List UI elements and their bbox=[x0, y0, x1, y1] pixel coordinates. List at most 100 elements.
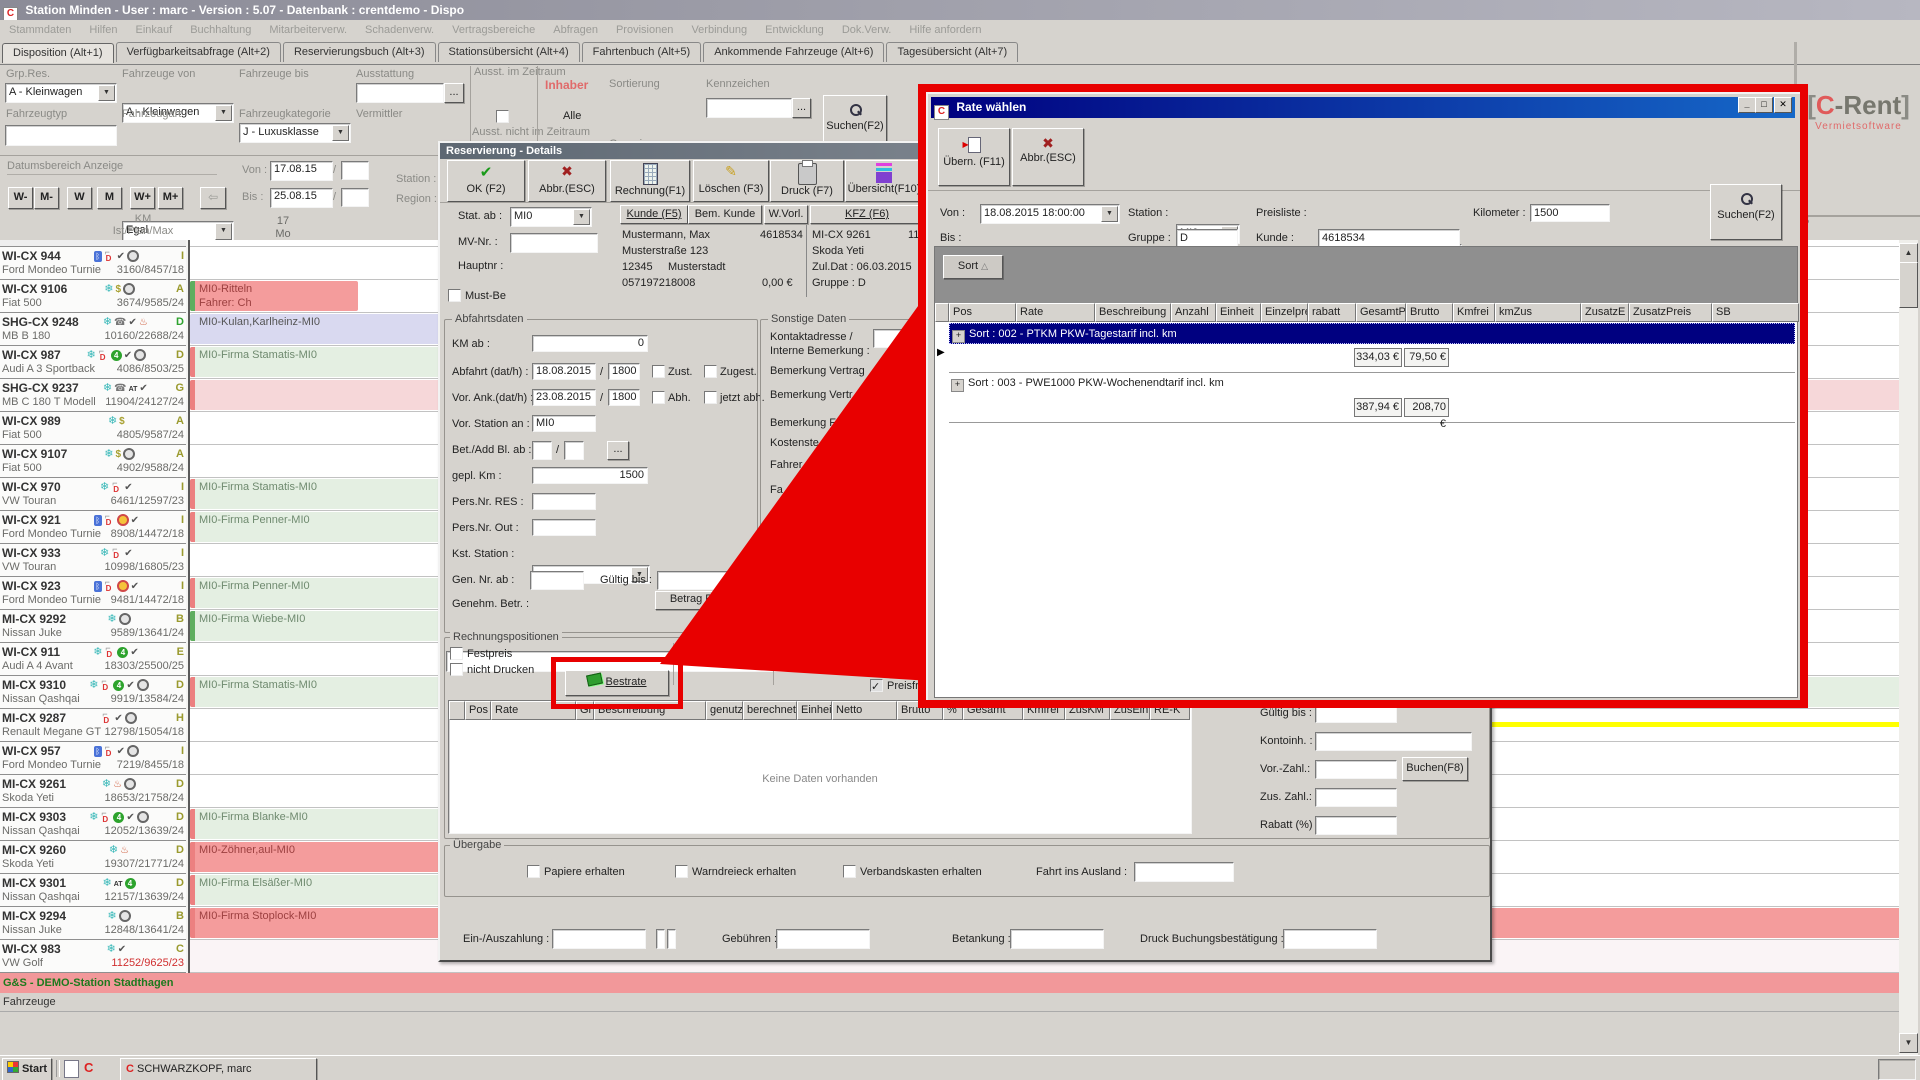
vehicle-row[interactable]: WI-CX 987DAudi A 3 Sportback4086/8503/25 bbox=[0, 346, 186, 379]
maximize-button[interactable]: □ bbox=[1755, 97, 1773, 113]
must-be-checkbox[interactable] bbox=[448, 289, 461, 302]
abfahrt-input[interactable] bbox=[532, 519, 596, 536]
toolbar-x-button[interactable]: Abbr.(ESC) bbox=[528, 160, 606, 202]
von-time-input[interactable] bbox=[341, 161, 369, 180]
daterange-m-button[interactable]: M bbox=[97, 187, 122, 209]
menu-abfragen[interactable]: Abfragen bbox=[544, 20, 607, 36]
menu-vertragsbereiche[interactable]: Vertragsbereiche bbox=[443, 20, 544, 36]
tab-disposition[interactable]: Disposition (Alt+1) bbox=[2, 43, 114, 63]
fahrzeuge-row[interactable]: Fahrzeuge bbox=[0, 993, 1899, 1012]
vehicle-row[interactable]: MI-CX 9260DSkoda Yeti19307/21771/24 bbox=[0, 841, 186, 874]
chevron-down-icon[interactable]: ▼ bbox=[1101, 206, 1118, 222]
abfahrt-checkbox[interactable] bbox=[704, 365, 717, 378]
menu-dok-verw-[interactable]: Dok.Verw. bbox=[833, 20, 901, 36]
quicklaunch-doc-icon[interactable] bbox=[64, 1060, 79, 1078]
kennzeichen-more-button[interactable]: ... bbox=[792, 98, 811, 118]
tab-fahrtenbuch[interactable]: Fahrtenbuch (Alt+5) bbox=[582, 42, 702, 62]
vehicle-row[interactable]: WI-CX 921ᛒIFord Mondeo Turnie8908/14472/… bbox=[0, 511, 186, 544]
abfahrt-checkbox[interactable] bbox=[652, 365, 665, 378]
abfahrt-checkbox[interactable] bbox=[704, 391, 717, 404]
mv-nr-input[interactable] bbox=[510, 233, 598, 253]
vehicle-row[interactable]: WI-CX 970IVW Touran6461/12597/23 bbox=[0, 478, 186, 511]
vehicle-row[interactable]: WI-CX 911EAudi A 4 Avant18303/25500/25 bbox=[0, 643, 186, 676]
dialog-kilometer-input[interactable]: 1500 bbox=[1530, 204, 1610, 222]
festpreis-checkbox[interactable] bbox=[450, 647, 463, 660]
vehicle-row[interactable]: SHG-CX 9237GMB C 180 T Modell11904/24127… bbox=[0, 379, 186, 412]
betankung-input[interactable] bbox=[1010, 929, 1104, 949]
kunde-button[interactable]: Kunde (F5) bbox=[620, 205, 688, 224]
vehicle-row[interactable]: MI-CX 9303DNissan Qashqai12052/13639/24 bbox=[0, 808, 186, 841]
sonstige-input[interactable] bbox=[873, 565, 929, 584]
vehicle-row[interactable]: WI-CX 9106AFiat 5003674/9585/24 bbox=[0, 280, 186, 313]
sonstige-input[interactable] bbox=[873, 538, 929, 557]
abfahrt-input[interactable]: MI0 bbox=[532, 415, 596, 432]
ein-auszahlung-input[interactable] bbox=[552, 929, 646, 949]
tab-verfügbarkeitsabfrage[interactable]: Verfügbarkeitsabfrage (Alt+2) bbox=[116, 42, 281, 62]
dialog-kunde-input[interactable]: 4618534 bbox=[1318, 229, 1460, 247]
menu-entwicklung[interactable]: Entwicklung bbox=[756, 20, 833, 36]
vehicle-row[interactable]: WI-CX 983CVW Golf11252/9625/23 bbox=[0, 940, 186, 973]
abfahrt-more-button[interactable]: ... bbox=[607, 441, 629, 460]
gueltig-bis-input[interactable] bbox=[657, 571, 745, 590]
nicht-drucken-checkbox[interactable] bbox=[450, 663, 463, 676]
kennzeichen-input[interactable] bbox=[706, 98, 792, 118]
vehicle-row[interactable]: MI-CX 9294BNissan Juke12848/13641/24 bbox=[0, 907, 186, 940]
sonstige-input[interactable] bbox=[873, 329, 929, 348]
quicklaunch-crent-icon[interactable]: C bbox=[84, 1060, 99, 1076]
betrag-reserv-button[interactable]: Betrag Reserv bbox=[655, 591, 755, 610]
scroll-down-button[interactable]: ▼ bbox=[1899, 1033, 1918, 1053]
vehicle-row[interactable]: WI-CX 933IVW Touran10998/16805/23 bbox=[0, 544, 186, 577]
minimize-button[interactable]: _ bbox=[1738, 97, 1756, 113]
daterange-w-button[interactable]: W bbox=[67, 187, 92, 209]
chevron-down-icon[interactable]: ▼ bbox=[332, 125, 349, 141]
rate-detail-row[interactable]: 387,94 €208,70 € bbox=[949, 394, 1795, 423]
menu-verbindung[interactable]: Verbindung bbox=[682, 20, 756, 36]
chevron-down-icon[interactable]: ▼ bbox=[98, 85, 115, 101]
preisfrei-checkbox[interactable]: ✓ bbox=[870, 679, 883, 692]
vehicle-row[interactable]: MI-CX 9301DNissan Qashqai12157/13639/24 bbox=[0, 874, 186, 907]
toolbar-pen-button[interactable]: Löschen (F3) bbox=[693, 160, 769, 202]
chevron-down-icon[interactable]: ▼ bbox=[215, 105, 232, 121]
toolbar-print-button[interactable]: Druck (F7) bbox=[770, 160, 844, 202]
warndreieck-checkbox[interactable] bbox=[675, 865, 688, 878]
vehicle-row[interactable]: MI-CX 9261DSkoda Yeti18653/21758/24 bbox=[0, 775, 186, 808]
tab-reservierungsbuch[interactable]: Reservierungsbuch (Alt+3) bbox=[283, 42, 436, 62]
druck-bestaetigung-input[interactable] bbox=[1283, 929, 1377, 949]
stat-ab-select[interactable]: MI0▼ bbox=[510, 207, 592, 227]
gen-nr-input[interactable] bbox=[530, 571, 584, 590]
vor-zahl-input[interactable] bbox=[1315, 760, 1397, 779]
ausst-im-checkbox[interactable] bbox=[496, 110, 509, 123]
menu-hilfen[interactable]: Hilfen bbox=[80, 20, 126, 36]
daterange-w--button[interactable]: W- bbox=[8, 187, 33, 209]
ausstattung-input[interactable] bbox=[356, 83, 444, 103]
vehicle-row[interactable]: WI-CX 989AFiat 5004805/9587/24 bbox=[0, 412, 186, 445]
ausstattung-more-button[interactable]: ... bbox=[444, 83, 464, 103]
vehicle-row[interactable]: MI-CX 9310DNissan Qashqai9919/13584/24 bbox=[0, 676, 186, 709]
toolbar-bars-button[interactable]: Übersicht(F10) bbox=[845, 160, 923, 202]
gebuehren-input[interactable] bbox=[776, 929, 870, 949]
bestrate-button[interactable]: Bestrate bbox=[565, 670, 669, 696]
wvorl-button[interactable]: W.Vorl. bbox=[764, 205, 808, 224]
vehicle-row[interactable]: WI-CX 923ᛒIFord Mondeo Turnie9481/14472/… bbox=[0, 577, 186, 610]
tab-ankommende[interactable]: Ankommende Fahrzeuge (Alt+6) bbox=[703, 42, 884, 62]
chevron-down-icon[interactable]: ▼ bbox=[573, 209, 590, 225]
abfahrt-input-small[interactable] bbox=[564, 441, 584, 460]
vehicle-row[interactable]: MI-CX 9287HRenault Megane GT12798/15054/… bbox=[0, 709, 186, 742]
toolbar-calc-button[interactable]: Rechnung(F1) bbox=[610, 160, 690, 202]
expand-icon[interactable]: + bbox=[952, 330, 965, 343]
expand-icon[interactable]: + bbox=[951, 379, 964, 392]
taskbar-app-button[interactable]: C SCHWARZKOPF, marc bbox=[120, 1058, 317, 1080]
tab-tagesübersicht[interactable]: Tagesübersicht (Alt+7) bbox=[886, 42, 1018, 62]
tab-stationsübersicht[interactable]: Stationsübersicht (Alt+4) bbox=[438, 42, 580, 62]
rate-detail-row[interactable]: 334,03 €79,50 € bbox=[949, 344, 1795, 373]
daterange-m+-button[interactable]: M+ bbox=[158, 187, 183, 209]
close-button[interactable]: ✕ bbox=[1774, 97, 1792, 113]
station-group-row[interactable]: G&S - DEMO-Station Stadthagen bbox=[0, 973, 1899, 994]
vertical-scrollbar[interactable]: ▲ ▼ bbox=[1899, 240, 1918, 1055]
start-button[interactable]: Start bbox=[2, 1058, 52, 1080]
reservation-block[interactable]: MI0-RittelnFahrer: Ch bbox=[190, 281, 358, 311]
scroll-up-button[interactable]: ▲ bbox=[1899, 243, 1918, 263]
uebernehmen-button[interactable]: Übern. (F11) bbox=[938, 128, 1010, 186]
dialog-suchen-button[interactable]: Suchen(F2) bbox=[1710, 184, 1782, 240]
bem-kunde-button[interactable]: Bem. Kunde bbox=[688, 205, 762, 224]
